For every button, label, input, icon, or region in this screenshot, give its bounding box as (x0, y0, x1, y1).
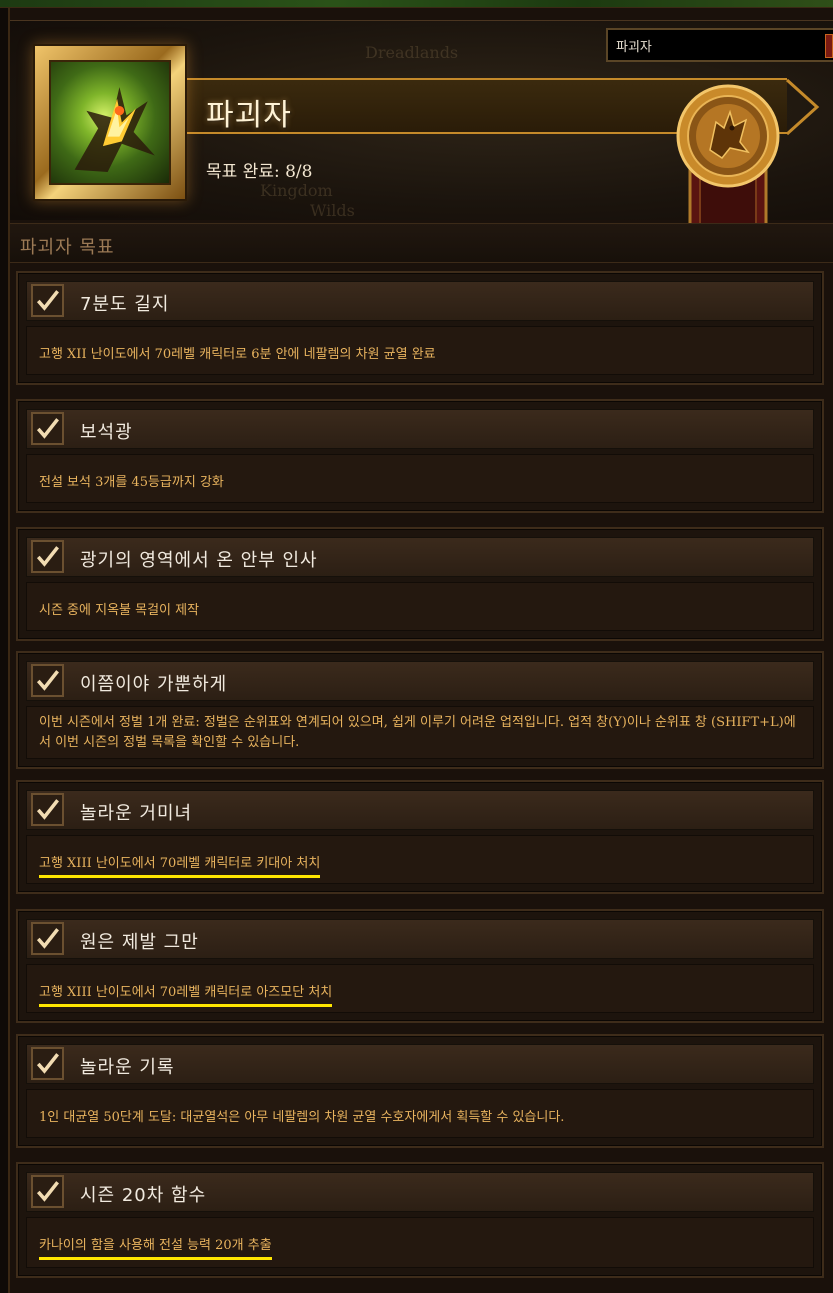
objective-body: 고행 XIII 난이도에서 70레벨 캐릭터로 아즈모단 처치 (26, 964, 814, 1013)
objective-title: 보석광 (80, 422, 133, 443)
objective-header: 놀라운 거미녀 (26, 790, 814, 830)
objective-title: 원은 제발 그만 (80, 932, 199, 953)
objective-header: 시즌 20차 함수 (26, 1172, 814, 1212)
objective-body: 시즌 중에 지옥불 목걸이 제작 (26, 582, 814, 631)
objective-description: 고행 XIII 난이도에서 70레벨 캐릭터로 키대아 처치 (39, 854, 321, 878)
objectives-progress: 목표 완료: 8/8 (206, 157, 312, 182)
objective-header: 보석광 (26, 409, 814, 449)
checkmark-icon (31, 1175, 64, 1208)
objective-header: 7분도 길지 (26, 281, 814, 321)
top-strip (0, 0, 833, 8)
objective-header: 놀라운 기록 (26, 1044, 814, 1084)
checkmark-icon (31, 793, 64, 826)
objective-description: 1인 대균열 50단계 도달: 대균열석은 아무 네팔렘의 차원 균열 수호자에… (39, 1110, 565, 1125)
objective-title: 시즌 20차 함수 (80, 1185, 207, 1206)
map-label: Dreadlands (365, 43, 459, 62)
section-title: 파괴자 목표 (20, 237, 115, 258)
objective-card: 7분도 길지 고행 XII 난이도에서 70레벨 캐릭터로 6분 안에 네팔렘의… (16, 271, 824, 385)
objectives-section-header (10, 223, 833, 263)
objective-description: 시즌 중에 지옥불 목걸이 제작 (39, 603, 200, 618)
checkmark-icon (31, 922, 64, 955)
objective-header: 광기의 영역에서 온 안부 인사 (26, 537, 814, 577)
objective-title: 7분도 길지 (80, 294, 170, 315)
objective-card: 보석광 전설 보석 3개를 45등급까지 강화 (16, 399, 824, 513)
objective-body: 전설 보석 3개를 45등급까지 강화 (26, 454, 814, 503)
checkmark-icon (31, 284, 64, 317)
checkmark-icon (31, 664, 64, 697)
map-label: Kingdom (260, 181, 333, 200)
objective-title: 광기의 영역에서 온 안부 인사 (80, 550, 318, 571)
chevron-right-icon (785, 78, 820, 136)
achievement-icon-frame (33, 44, 187, 201)
achievement-title: 파괴자 (206, 98, 292, 133)
objective-card: 원은 제발 그만 고행 XIII 난이도에서 70레벨 캐릭터로 아즈모단 처치 (16, 909, 824, 1023)
objective-card: 광기의 영역에서 온 안부 인사 시즌 중에 지옥불 목걸이 제작 (16, 527, 824, 641)
objective-card: 놀라운 기록 1인 대균열 50단계 도달: 대균열석은 아무 네팔렘의 차원 … (16, 1034, 824, 1148)
objective-title: 이쯤이야 가뿐하게 (80, 674, 228, 695)
objective-description: 카나이의 함을 사용해 전설 능력 20개 추출 (39, 1236, 272, 1260)
objective-body: 고행 XIII 난이도에서 70레벨 캐릭터로 키대아 처치 (26, 835, 814, 884)
objective-header: 원은 제발 그만 (26, 919, 814, 959)
map-label: Wilds (310, 201, 355, 220)
objective-body: 이번 시즌에서 정벌 1개 완료: 정벌은 순위표와 연계되어 있으며, 쉽게 … (26, 706, 814, 759)
checkmark-icon (31, 412, 64, 445)
progress-label: 목표 완료: 8/8 (206, 162, 313, 182)
objective-title: 놀라운 기록 (80, 1057, 175, 1078)
objective-body: 고행 XII 난이도에서 70레벨 캐릭터로 6분 안에 네팔렘의 차원 균열 … (26, 326, 814, 375)
clear-search-button[interactable] (825, 34, 833, 58)
objective-card: 놀라운 거미녀 고행 XIII 난이도에서 70레벨 캐릭터로 키대아 처치 (16, 780, 824, 894)
objective-card: 시즌 20차 함수 카나이의 함을 사용해 전설 능력 20개 추출 (16, 1162, 824, 1278)
objective-description: 고행 XII 난이도에서 70레벨 캐릭터로 6분 안에 네팔렘의 차원 균열 … (39, 347, 436, 362)
objective-description: 이번 시즌에서 정벌 1개 완료: 정벌은 순위표와 연계되어 있으며, 쉽게 … (39, 715, 796, 750)
objective-card: 이쯤이야 가뿐하게 이번 시즌에서 정벌 1개 완료: 정벌은 순위표와 연계되… (16, 651, 824, 769)
objective-header: 이쯤이야 가뿐하게 (26, 661, 814, 701)
objective-body: 1인 대균열 50단계 도달: 대균열석은 아무 네팔렘의 차원 균열 수호자에… (26, 1089, 814, 1138)
search-input[interactable] (608, 30, 823, 60)
fiery-demon-icon (49, 60, 171, 185)
objective-description: 고행 XIII 난이도에서 70레벨 캐릭터로 아즈모단 처치 (39, 983, 333, 1007)
search-field[interactable] (606, 28, 833, 62)
checkmark-icon (31, 540, 64, 573)
checkmark-icon (31, 1047, 64, 1080)
objective-title: 놀라운 거미녀 (80, 803, 193, 824)
objective-body: 카나이의 함을 사용해 전설 능력 20개 추출 (26, 1217, 814, 1268)
objective-description: 전설 보석 3개를 45등급까지 강화 (39, 475, 224, 490)
